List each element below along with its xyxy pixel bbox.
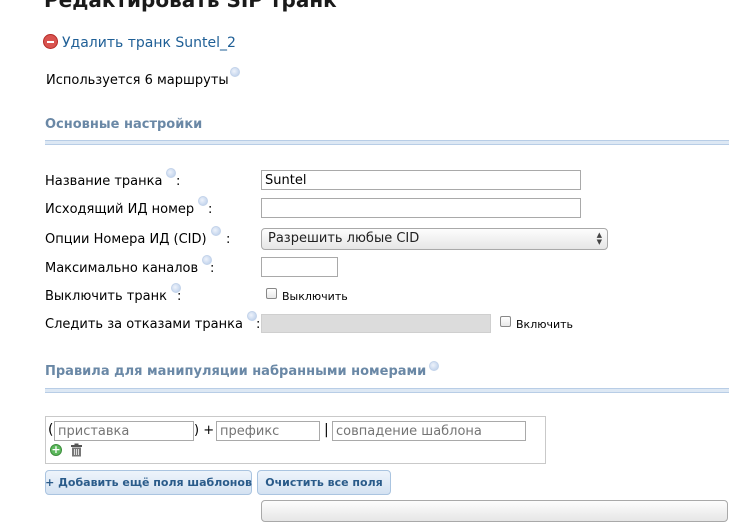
max-channels-colon: : xyxy=(210,261,215,276)
monitor-failures-colon: : xyxy=(256,317,261,332)
section-title-dial-rules: Правила для манипуляции набранными номер… xyxy=(45,361,440,379)
help-icon[interactable] xyxy=(198,196,209,206)
add-circle-icon[interactable]: + xyxy=(50,444,62,456)
prepend-input[interactable] xyxy=(54,421,194,441)
max-channels-label-text: Максимально каналов xyxy=(45,261,199,276)
pipe-separator: | xyxy=(324,422,329,438)
monitor-failures-checkbox-label: Включить xyxy=(516,318,574,331)
cid-options-label: Опции Номера ИД (CID) xyxy=(45,226,221,247)
cid-options-selected: Разрешить любые CID xyxy=(268,231,420,246)
help-icon[interactable] xyxy=(210,226,221,236)
help-icon[interactable] xyxy=(229,67,240,77)
outbound-cid-colon: : xyxy=(208,202,213,217)
section-title-dial-rules-text: Правила для манипуляции набранными номер… xyxy=(45,364,427,379)
help-icon[interactable] xyxy=(166,168,177,178)
prefix-input[interactable] xyxy=(216,421,320,441)
monitor-failures-checkbox[interactable] xyxy=(500,316,511,327)
max-channels-label: Максимально каналов xyxy=(45,255,213,276)
close-paren-plus: ) + xyxy=(194,423,215,438)
cid-options-colon: : xyxy=(226,232,231,247)
disable-trunk-checkbox-label: Выключить xyxy=(282,290,348,303)
clear-all-fields-button[interactable]: Очистить все поля xyxy=(257,470,391,495)
trash-icon[interactable] xyxy=(70,443,83,457)
help-icon[interactable] xyxy=(429,361,440,371)
partial-select[interactable] xyxy=(261,500,728,522)
outbound-cid-label-text: Исходящий ИД номер xyxy=(45,202,195,217)
section-title-general: Основные настройки xyxy=(45,117,203,132)
monitor-failures-label: Следить за отказами транка xyxy=(45,311,257,332)
disable-trunk-colon: : xyxy=(177,289,182,304)
disable-trunk-label: Выключить транк xyxy=(45,283,181,304)
outbound-cid-label: Исходящий ИД номер xyxy=(45,196,209,217)
usage-text: Используется 6 маршруты xyxy=(46,73,229,88)
delete-trunk-link[interactable]: Удалить транк Suntel_2 xyxy=(62,35,236,51)
trunk-name-input[interactable] xyxy=(261,170,581,190)
remove-icon[interactable] xyxy=(43,34,58,49)
trunk-name-colon: : xyxy=(176,174,181,189)
outbound-cid-input[interactable] xyxy=(261,198,581,218)
open-paren: ( xyxy=(48,422,54,438)
disable-trunk-label-text: Выключить транк xyxy=(45,289,167,304)
max-channels-input[interactable] xyxy=(261,257,338,277)
trunk-name-label: Название транка xyxy=(45,168,177,189)
disable-trunk-checkbox[interactable] xyxy=(266,288,277,299)
cid-options-select[interactable]: Разрешить любые CID ▲ ▼ xyxy=(261,228,608,250)
monitor-failures-label-text: Следить за отказами транка xyxy=(45,317,243,332)
match-pattern-input[interactable] xyxy=(332,421,526,441)
section-divider xyxy=(45,388,729,393)
usage-info: Используется 6 маршруты xyxy=(46,67,240,88)
section-divider xyxy=(45,140,729,145)
cid-options-label-text: Опции Номера ИД (CID) xyxy=(45,232,207,247)
trunk-name-label-text: Название транка xyxy=(45,174,163,189)
monitor-failures-input xyxy=(261,314,491,333)
select-arrows-icon: ▲ ▼ xyxy=(596,231,602,246)
page-title: Редактировать SIP транк xyxy=(44,0,337,12)
add-pattern-fields-button[interactable]: + Добавить ещё поля шаблонов xyxy=(45,470,252,495)
